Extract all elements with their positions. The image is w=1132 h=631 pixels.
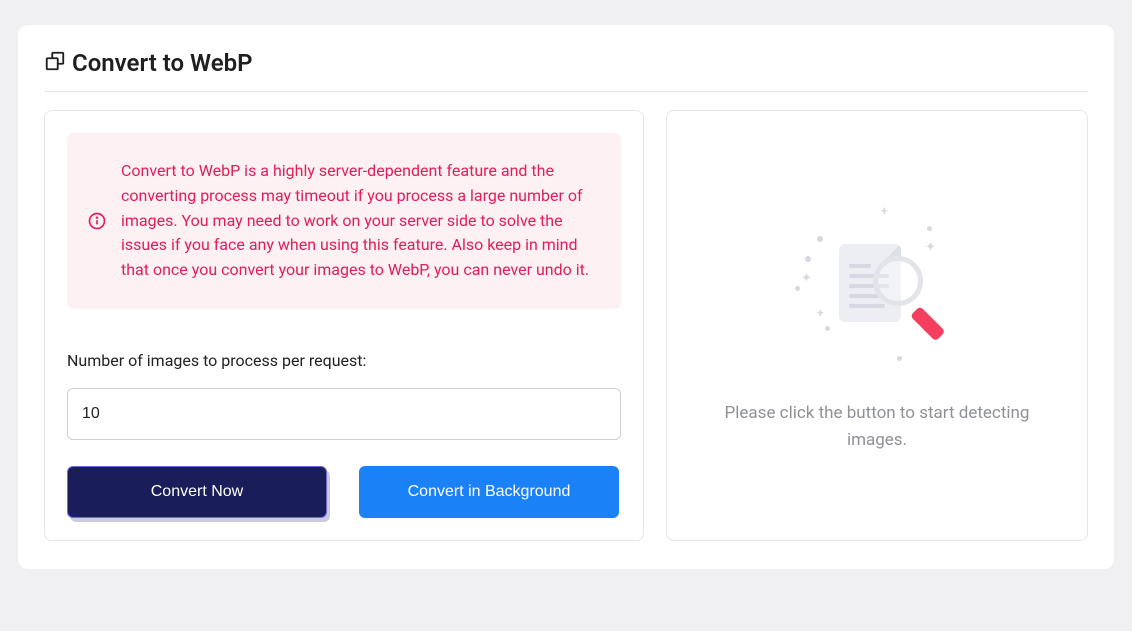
page-header: Convert to WebP xyxy=(44,49,1088,92)
main-card: Convert to WebP Convert to WebP is a hig… xyxy=(18,25,1114,569)
images-per-request-label: Number of images to process per request: xyxy=(67,351,621,370)
empty-state-illustration: ✦ ✦ + + xyxy=(777,196,977,386)
images-per-request-input[interactable] xyxy=(67,388,621,440)
results-panel: ✦ ✦ + + Please click the button to start… xyxy=(666,110,1088,541)
button-row: Convert Now Convert in Background xyxy=(67,466,621,518)
page-title: Convert to WebP xyxy=(72,49,253,77)
warning-text: Convert to WebP is a highly server-depen… xyxy=(121,159,599,283)
info-icon xyxy=(87,211,107,231)
convert-background-button[interactable]: Convert in Background xyxy=(359,466,619,518)
warning-alert: Convert to WebP is a highly server-depen… xyxy=(67,133,621,309)
convert-now-button[interactable]: Convert Now xyxy=(67,466,327,518)
content-columns: Convert to WebP is a highly server-depen… xyxy=(44,110,1088,541)
settings-panel: Convert to WebP is a highly server-depen… xyxy=(44,110,644,541)
convert-icon xyxy=(44,50,66,76)
empty-state-text: Please click the button to start detecti… xyxy=(717,400,1037,454)
